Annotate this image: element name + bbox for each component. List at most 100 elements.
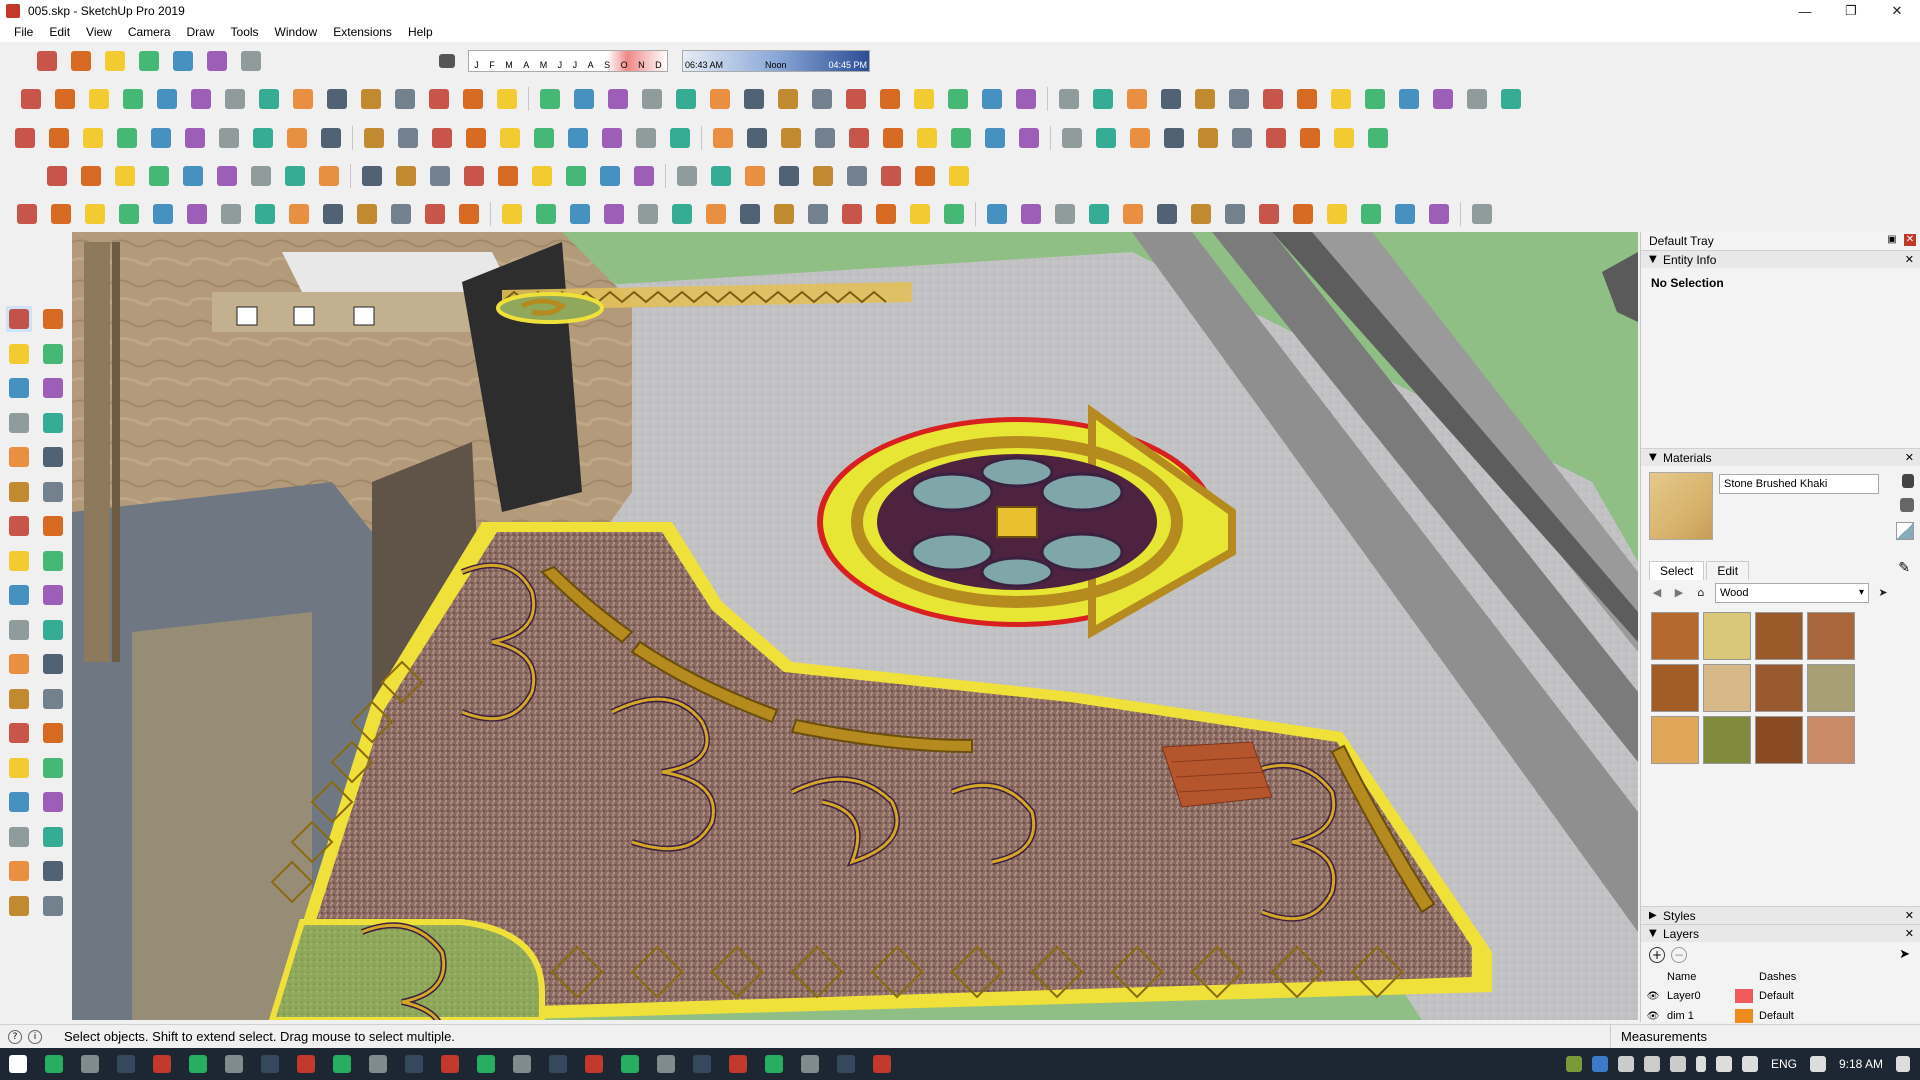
extension-42-icon[interactable] — [1430, 86, 1456, 112]
volume-icon[interactable] — [1741, 1056, 1758, 1072]
follow-icon[interactable] — [204, 48, 230, 74]
eraser-icon[interactable] — [40, 341, 66, 367]
paint-bucket-icon[interactable] — [6, 341, 32, 367]
tool-am-icon[interactable] — [1324, 201, 1350, 227]
sample-icon[interactable] — [44, 163, 70, 189]
view-right-icon[interactable] — [1127, 125, 1153, 151]
extension-24-icon[interactable] — [809, 86, 835, 112]
zoom-window-icon[interactable] — [40, 789, 66, 815]
layer-color-swatch[interactable] — [1735, 989, 1753, 1003]
visibility-eye-icon[interactable]: 👁 — [1641, 1011, 1665, 1022]
shape-16-icon[interactable] — [631, 163, 657, 189]
orbit-icon[interactable] — [6, 755, 32, 781]
material-swatch[interactable] — [1755, 716, 1803, 764]
info-icon[interactable]: i — [28, 1029, 42, 1044]
app-5-icon[interactable] — [759, 1050, 789, 1078]
material-swatch[interactable] — [1807, 716, 1855, 764]
tape-measure-icon[interactable] — [361, 125, 387, 151]
section-cut-icon[interactable] — [34, 48, 60, 74]
extension-41-icon[interactable] — [1396, 86, 1422, 112]
tool-an-icon[interactable] — [1358, 201, 1384, 227]
menu-tools[interactable]: Tools — [223, 22, 267, 42]
close-icon[interactable]: ✕ — [1905, 907, 1914, 925]
line-icon[interactable] — [6, 375, 32, 401]
app-4-icon[interactable] — [651, 1050, 681, 1078]
current-material-swatch[interactable] — [1649, 472, 1713, 540]
rectangle-icon[interactable] — [148, 125, 174, 151]
calculator-icon[interactable] — [111, 1050, 141, 1078]
tool-ap-icon[interactable] — [1426, 201, 1452, 227]
extension-9-icon[interactable] — [290, 86, 316, 112]
pin-icon[interactable]: ▣ — [1886, 234, 1898, 246]
tool-b-icon[interactable] — [48, 201, 74, 227]
zoom-icon[interactable] — [6, 789, 32, 815]
extension-25-icon[interactable] — [843, 86, 869, 112]
extension-36-icon[interactable] — [1226, 86, 1252, 112]
tool-o-icon[interactable] — [499, 201, 525, 227]
tool-q-icon[interactable] — [567, 201, 593, 227]
tool-u-icon[interactable] — [703, 201, 729, 227]
warehouse-icon[interactable] — [599, 125, 625, 151]
shape-7-icon[interactable] — [316, 163, 342, 189]
tool-aq-icon[interactable] — [1469, 201, 1495, 227]
tray-app-icon[interactable] — [1669, 1056, 1686, 1072]
visibility-eye-icon[interactable]: 👁 — [1641, 991, 1665, 1002]
line-icon[interactable] — [80, 125, 106, 151]
menu-extensions[interactable]: Extensions — [325, 22, 400, 42]
draw-icon[interactable] — [78, 163, 104, 189]
shadow-toggle-icon[interactable] — [434, 48, 460, 74]
material-swatch[interactable] — [1651, 612, 1699, 660]
extension-14-icon[interactable] — [460, 86, 486, 112]
zoom-extents-icon[interactable] — [6, 824, 32, 850]
menu-help[interactable]: Help — [400, 22, 441, 42]
layer-color-swatch[interactable] — [1735, 1009, 1753, 1023]
close-icon[interactable]: ✕ — [1905, 449, 1914, 467]
minimize-button[interactable]: — — [1782, 0, 1828, 22]
menu-camera[interactable]: Camera — [120, 22, 179, 42]
tool-ak-icon[interactable] — [1256, 201, 1282, 227]
tool-aj-icon[interactable] — [1222, 201, 1248, 227]
section-plane-icon[interactable] — [40, 893, 66, 919]
extension-21-icon[interactable] — [707, 86, 733, 112]
tab-edit[interactable]: Edit — [1706, 561, 1750, 580]
view-left-icon[interactable] — [1195, 125, 1221, 151]
tool-ao-icon[interactable] — [1392, 201, 1418, 227]
axis-red-icon[interactable] — [1229, 125, 1255, 151]
close-icon[interactable]: ✕ — [1905, 251, 1914, 269]
play-icon[interactable] — [812, 125, 838, 151]
extension-34-icon[interactable] — [1158, 86, 1184, 112]
dimension-icon[interactable] — [40, 651, 66, 677]
tape-measure-icon[interactable] — [6, 651, 32, 677]
tool-f-icon[interactable] — [184, 201, 210, 227]
rectangle-icon[interactable] — [6, 410, 32, 436]
scale-icon[interactable] — [6, 617, 32, 643]
tool-p-icon[interactable] — [533, 201, 559, 227]
notifications-icon[interactable] — [1896, 1056, 1910, 1072]
collection-dropdown[interactable]: Wood ▾ — [1715, 583, 1869, 603]
freehand-icon[interactable] — [40, 375, 66, 401]
details-arrow-icon[interactable]: ➤ — [1899, 947, 1910, 962]
menu-window[interactable]: Window — [267, 22, 326, 42]
extension-20-icon[interactable] — [673, 86, 699, 112]
shape-1-icon[interactable] — [112, 163, 138, 189]
tool-e-icon[interactable] — [150, 201, 176, 227]
move-icon[interactable] — [250, 125, 276, 151]
view-top-icon[interactable] — [1059, 125, 1085, 151]
shape-9-icon[interactable] — [393, 163, 419, 189]
extension-29-icon[interactable] — [979, 86, 1005, 112]
shape-12-icon[interactable] — [495, 163, 521, 189]
shape-2-icon[interactable] — [146, 163, 172, 189]
tool-i-icon[interactable] — [286, 201, 312, 227]
pdf-icon[interactable] — [687, 1050, 717, 1078]
extension-28-icon[interactable] — [945, 86, 971, 112]
settings-icon[interactable] — [914, 125, 940, 151]
menu-draw[interactable]: Draw — [179, 22, 223, 42]
tool-ad-icon[interactable] — [1018, 201, 1044, 227]
material-swatch[interactable] — [1703, 612, 1751, 660]
store-icon[interactable] — [255, 1050, 285, 1078]
shape-6-icon[interactable] — [282, 163, 308, 189]
tray-app-icon[interactable] — [1643, 1056, 1660, 1072]
shape-19-icon[interactable] — [742, 163, 768, 189]
model-viewport[interactable] — [72, 232, 1638, 1020]
sandbox-icon[interactable] — [744, 125, 770, 151]
